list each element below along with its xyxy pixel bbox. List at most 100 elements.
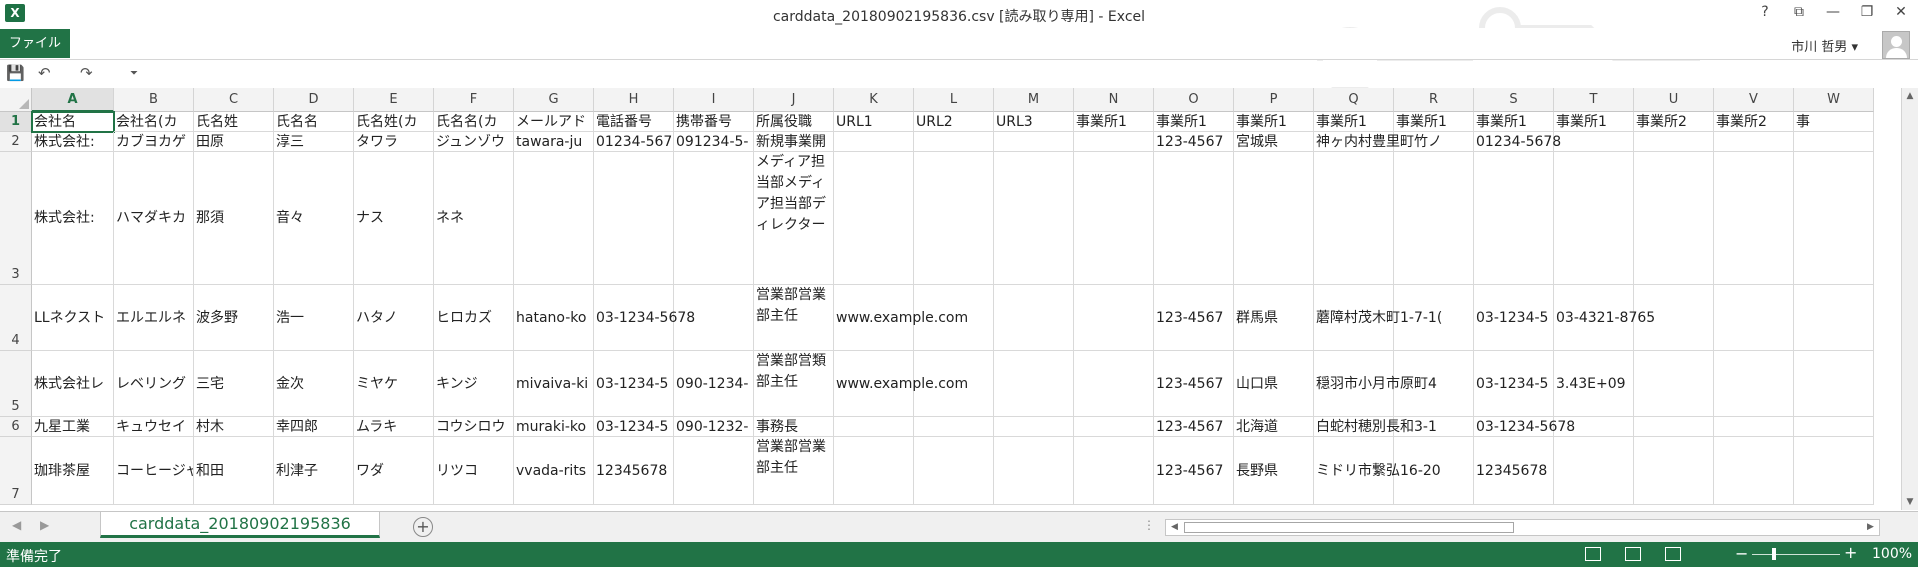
normal-view-icon[interactable] bbox=[1585, 547, 1601, 561]
column-header-f[interactable]: F bbox=[434, 88, 514, 112]
column-header-d[interactable]: D bbox=[274, 88, 354, 112]
cell-s6[interactable]: 03-1234-5678 bbox=[1474, 417, 1575, 437]
cell-u1[interactable]: 事業所2 bbox=[1634, 112, 1714, 132]
column-header-s[interactable]: S bbox=[1474, 88, 1554, 112]
cell-f3[interactable]: ネネ bbox=[434, 152, 514, 285]
cell-u5[interactable] bbox=[1634, 351, 1714, 417]
cell-c2[interactable]: 田原 bbox=[194, 132, 274, 152]
minimize-icon[interactable]: — bbox=[1826, 4, 1840, 20]
cell-o3[interactable] bbox=[1154, 152, 1234, 285]
cell-o6[interactable]: 123-4567 bbox=[1154, 417, 1234, 437]
cell-m3[interactable] bbox=[994, 152, 1074, 285]
cell-c3[interactable]: 那須 bbox=[194, 152, 274, 285]
cell-l7[interactable] bbox=[914, 437, 994, 505]
scroll-up-icon[interactable]: ▲ bbox=[1904, 91, 1916, 101]
column-header-m[interactable]: M bbox=[994, 88, 1074, 112]
cell-s7[interactable]: 12345678 bbox=[1474, 437, 1554, 505]
cell-u7[interactable] bbox=[1634, 437, 1714, 505]
cell-d7[interactable]: 利津子 bbox=[274, 437, 354, 505]
cell-g5[interactable]: mivaiva-ki bbox=[514, 351, 594, 417]
cell-k2[interactable] bbox=[834, 132, 914, 152]
cell-q3[interactable] bbox=[1314, 152, 1394, 285]
cell-h4[interactable]: 03-1234-5678 bbox=[594, 285, 695, 351]
cell-e5[interactable]: ミヤケ bbox=[354, 351, 434, 417]
cell-b6[interactable]: キュウセイ bbox=[114, 417, 194, 437]
cell-c7[interactable]: 和田 bbox=[194, 437, 274, 505]
cell-q5[interactable]: 穏羽市小月市原町4 bbox=[1314, 351, 1437, 417]
cell-f4[interactable]: ヒロカズ bbox=[434, 285, 514, 351]
row-header-5[interactable]: 5 bbox=[0, 351, 32, 417]
cell-b1[interactable]: 会社名(カ bbox=[114, 112, 194, 132]
column-header-n[interactable]: N bbox=[1074, 88, 1154, 112]
cell-v3[interactable] bbox=[1714, 152, 1794, 285]
page-break-view-icon[interactable] bbox=[1665, 547, 1681, 561]
column-header-k[interactable]: K bbox=[834, 88, 914, 112]
cell-t5[interactable]: 3.43E+09 bbox=[1554, 351, 1634, 417]
cell-s2[interactable]: 01234-5678 bbox=[1474, 132, 1561, 152]
cell-t4[interactable]: 03-4321-8765 bbox=[1554, 285, 1655, 351]
row-header-2[interactable]: 2 bbox=[0, 132, 32, 152]
row-header-1[interactable]: 1 bbox=[0, 112, 32, 132]
cell-d2[interactable]: 淳三 bbox=[274, 132, 354, 152]
cell-u6[interactable] bbox=[1634, 417, 1714, 437]
cell-i7[interactable] bbox=[674, 437, 754, 505]
scroll-right-icon[interactable]: ▶ bbox=[1863, 520, 1878, 535]
cell-q6[interactable]: 白蛇村穂別長和3-1 bbox=[1314, 417, 1437, 437]
prev-sheet-icon[interactable]: ◀ bbox=[12, 518, 21, 532]
cell-l1[interactable]: URL2 bbox=[914, 112, 994, 132]
column-header-w[interactable]: W bbox=[1794, 88, 1874, 112]
column-header-u[interactable]: U bbox=[1634, 88, 1714, 112]
cell-w5[interactable] bbox=[1794, 351, 1874, 417]
restore-icon[interactable]: ❐ bbox=[1860, 4, 1874, 20]
cell-j4[interactable]: 営業部営業部主任 bbox=[754, 285, 834, 351]
cell-v2[interactable] bbox=[1714, 132, 1794, 152]
cell-q7[interactable]: ミドリ市繋弘16-20 bbox=[1314, 437, 1441, 505]
spreadsheet-grid[interactable]: A B C D E F G H I J K L M N O P Q R S T U V W 1 会社名 会社名(カ 氏名姓 氏名名 氏名… bbox=[0, 88, 1918, 510]
cell-g7[interactable]: vvada-rits bbox=[514, 437, 594, 505]
customize-qat-icon[interactable]: ⏷ bbox=[130, 68, 138, 79]
cell-h7[interactable]: 12345678 bbox=[594, 437, 674, 505]
cell-g6[interactable]: muraki-ko bbox=[514, 417, 594, 437]
column-header-v[interactable]: V bbox=[1714, 88, 1794, 112]
cell-a3[interactable]: 株式会社: bbox=[32, 152, 114, 285]
cell-m2[interactable] bbox=[994, 132, 1074, 152]
cell-k4[interactable]: www.example.com bbox=[834, 285, 968, 351]
save-icon[interactable]: 💾 bbox=[6, 64, 25, 82]
cell-s5[interactable]: 03-1234-5 bbox=[1474, 351, 1554, 417]
cell-m7[interactable] bbox=[994, 437, 1074, 505]
cell-f5[interactable]: キンジ bbox=[434, 351, 514, 417]
cell-q4[interactable]: 蘑障村茂木町1-7-1( bbox=[1314, 285, 1442, 351]
cell-p3[interactable] bbox=[1234, 152, 1314, 285]
cell-b5[interactable]: レベリング bbox=[114, 351, 194, 417]
cell-h1[interactable]: 電話番号 bbox=[594, 112, 674, 132]
cell-j3[interactable]: メディア担当部メディア担当部ディレクター bbox=[754, 152, 834, 285]
cell-c6[interactable]: 村木 bbox=[194, 417, 274, 437]
help-icon[interactable]: ? bbox=[1758, 4, 1772, 20]
column-header-t[interactable]: T bbox=[1554, 88, 1634, 112]
cell-p4[interactable]: 群馬県 bbox=[1234, 285, 1314, 351]
column-header-q[interactable]: Q bbox=[1314, 88, 1394, 112]
cell-e3[interactable]: ナス bbox=[354, 152, 434, 285]
cell-v6[interactable] bbox=[1714, 417, 1794, 437]
cell-s4[interactable]: 03-1234-5 bbox=[1474, 285, 1554, 351]
cell-d4[interactable]: 浩一 bbox=[274, 285, 354, 351]
column-header-h[interactable]: H bbox=[594, 88, 674, 112]
cell-m5[interactable] bbox=[994, 351, 1074, 417]
zoom-level[interactable]: 100% bbox=[1872, 546, 1912, 562]
close-icon[interactable]: ✕ bbox=[1894, 4, 1908, 20]
cell-f2[interactable]: ジュンゾウ bbox=[434, 132, 514, 152]
column-header-a[interactable]: A bbox=[32, 88, 114, 112]
cell-n5[interactable] bbox=[1074, 351, 1154, 417]
row-header-6[interactable]: 6 bbox=[0, 417, 32, 437]
cell-p5[interactable]: 山口県 bbox=[1234, 351, 1314, 417]
user-name[interactable]: 市川 哲男 ▾ bbox=[1791, 36, 1858, 55]
column-header-b[interactable]: B bbox=[114, 88, 194, 112]
cell-b7[interactable]: コーヒージャ bbox=[114, 437, 194, 505]
scroll-down-icon[interactable]: ▼ bbox=[1904, 497, 1916, 507]
ribbon-display-icon[interactable]: ⧉ bbox=[1792, 4, 1806, 20]
cell-m6[interactable] bbox=[994, 417, 1074, 437]
cell-r1[interactable]: 事業所1 bbox=[1394, 112, 1474, 132]
cell-n2[interactable] bbox=[1074, 132, 1154, 152]
cell-n6[interactable] bbox=[1074, 417, 1154, 437]
zoom-slider[interactable] bbox=[1752, 554, 1840, 555]
